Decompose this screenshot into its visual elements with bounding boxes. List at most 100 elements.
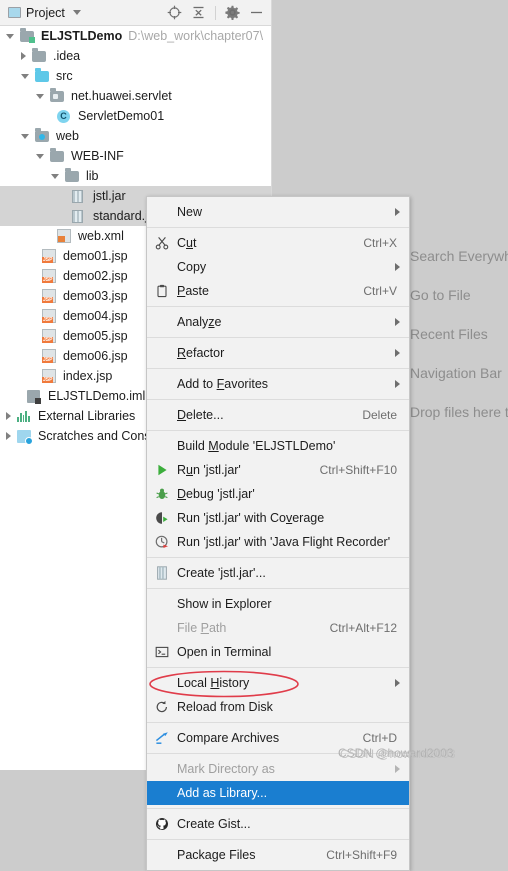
chevron-down-icon[interactable] — [21, 73, 29, 79]
chevron-down-icon[interactable] — [72, 10, 81, 15]
menu-separator — [147, 227, 409, 228]
terminal-icon — [151, 645, 173, 659]
menu-item[interactable]: Cut Ctrl+X — [147, 231, 409, 255]
menu-separator — [147, 430, 409, 431]
tree-row[interactable]: src — [0, 66, 272, 86]
menu-item: File Path Ctrl+Alt+F12 — [147, 616, 409, 640]
menu-item[interactable]: Run 'jstl.jar' with 'Java Flight Recorde… — [147, 530, 409, 554]
menu-item[interactable]: Delete... Delete — [147, 403, 409, 427]
tree-row[interactable]: C ServletDemo01 — [0, 106, 272, 126]
editor-hint: Recent Files — [410, 326, 488, 342]
menu-item-shortcut: Ctrl+X — [363, 236, 397, 250]
tree-row[interactable]: web — [0, 126, 272, 146]
menu-item[interactable]: Create Gist... — [147, 812, 409, 836]
menu-item-label: Run 'jstl.jar' with Coverage — [177, 511, 325, 525]
source-folder-icon — [35, 67, 51, 84]
submenu-arrow-icon — [395, 349, 400, 357]
submenu-arrow-icon — [395, 765, 400, 773]
menu-item-label: Analyze — [177, 315, 222, 329]
menu-item[interactable]: Paste Ctrl+V — [147, 279, 409, 303]
project-panel-header: Project — [0, 0, 272, 26]
menu-item[interactable]: Local History — [147, 671, 409, 695]
jsp-file-icon — [42, 289, 58, 304]
package-icon — [50, 87, 66, 104]
chevron-right-icon[interactable] — [21, 52, 26, 60]
menu-item-shortcut: Delete — [362, 408, 397, 422]
menu-item-label: Refactor — [177, 346, 225, 360]
jsp-file-icon — [42, 309, 58, 324]
editor-hint: Go to File — [410, 287, 471, 303]
coverage-icon — [151, 511, 173, 525]
menu-item[interactable]: Create 'jstl.jar'... — [147, 561, 409, 585]
menu-item[interactable]: Analyze — [147, 310, 409, 334]
folder-icon — [32, 47, 48, 64]
menu-item[interactable]: Show in Explorer — [147, 592, 409, 616]
menu-item[interactable]: Refactor — [147, 341, 409, 365]
menu-separator — [147, 399, 409, 400]
tree-row[interactable]: ELJSTLDemo D:\web_work\chapter07\ — [0, 26, 272, 46]
menu-item-label: Cut — [177, 236, 197, 250]
menu-item[interactable]: Run 'jstl.jar' with Coverage — [147, 506, 409, 530]
menu-item[interactable]: Build Module 'ELJSTLDemo' — [147, 434, 409, 458]
tree-row[interactable]: .idea — [0, 46, 272, 66]
menu-item-label: Add to Favorites — [177, 377, 269, 391]
menu-separator — [147, 667, 409, 668]
editor-hint: Navigation Bar — [410, 365, 502, 381]
collapse-all-icon[interactable] — [191, 5, 206, 20]
profiler-icon — [151, 535, 173, 549]
tree-row-label: demo04.jsp — [63, 309, 128, 323]
menu-item-label: Create 'jstl.jar'... — [177, 566, 266, 580]
menu-item-label: Mark Directory as — [177, 762, 275, 776]
tree-row-label: ServletDemo01 — [78, 109, 165, 123]
java-class-icon: C — [57, 109, 73, 124]
settings-gear-icon[interactable] — [225, 5, 240, 20]
jsp-file-icon — [42, 349, 58, 364]
chevron-right-icon[interactable] — [6, 432, 11, 440]
tree-row-label: demo03.jsp — [63, 289, 128, 303]
menu-item[interactable]: Add as Library... — [147, 781, 409, 805]
menu-item[interactable]: Add to Favorites — [147, 372, 409, 396]
chevron-down-icon[interactable] — [36, 93, 44, 99]
tree-row-label: demo05.jsp — [63, 329, 128, 343]
tree-row-label: index.jsp — [63, 369, 113, 383]
submenu-arrow-icon — [395, 263, 400, 271]
menu-item[interactable]: Open in Terminal — [147, 640, 409, 664]
menu-item[interactable]: Run 'jstl.jar' Ctrl+Shift+F10 — [147, 458, 409, 482]
menu-item[interactable]: Package Files Ctrl+Shift+F9 — [147, 843, 409, 867]
locate-target-icon[interactable] — [167, 5, 182, 20]
menu-item-label: Delete... — [177, 408, 224, 422]
tree-row-label: jstl.jar — [93, 189, 126, 203]
scissors-icon — [151, 236, 173, 250]
menu-item[interactable]: Debug 'jstl.jar' — [147, 482, 409, 506]
chevron-down-icon[interactable] — [6, 33, 14, 39]
menu-item[interactable]: Copy — [147, 255, 409, 279]
chevron-down-icon[interactable] — [36, 153, 44, 159]
menu-item-label: Open in Terminal — [177, 645, 272, 659]
jsp-file-icon — [42, 249, 58, 264]
menu-item-label: Run 'jstl.jar' with 'Java Flight Recorde… — [177, 535, 391, 549]
module-folder-icon — [20, 27, 36, 44]
panel-divider — [271, 0, 272, 196]
menu-item[interactable]: New — [147, 200, 409, 224]
menu-item-label: Run 'jstl.jar' — [177, 463, 241, 477]
menu-separator — [147, 557, 409, 558]
menu-separator — [147, 588, 409, 589]
submenu-arrow-icon — [395, 679, 400, 687]
tool-window-background-bottom — [0, 740, 146, 770]
chevron-down-icon[interactable] — [51, 173, 59, 179]
menu-separator — [147, 808, 409, 809]
chevron-down-icon[interactable] — [21, 133, 29, 139]
libraries-icon — [17, 409, 33, 424]
clipboard-icon — [151, 284, 173, 298]
tree-row-label: External Libraries — [38, 409, 136, 423]
tree-row[interactable]: lib — [0, 166, 272, 186]
tree-row[interactable]: net.huawei.servlet — [0, 86, 272, 106]
project-panel-title-group[interactable]: Project — [0, 6, 81, 20]
submenu-arrow-icon — [395, 208, 400, 216]
chevron-right-icon[interactable] — [6, 412, 11, 420]
minimize-icon[interactable] — [249, 5, 264, 20]
menu-item[interactable]: Reload from Disk — [147, 695, 409, 719]
tree-row[interactable]: WEB-INF — [0, 146, 272, 166]
tree-row-label: demo01.jsp — [63, 249, 128, 263]
tree-row-label: WEB-INF — [71, 149, 124, 163]
